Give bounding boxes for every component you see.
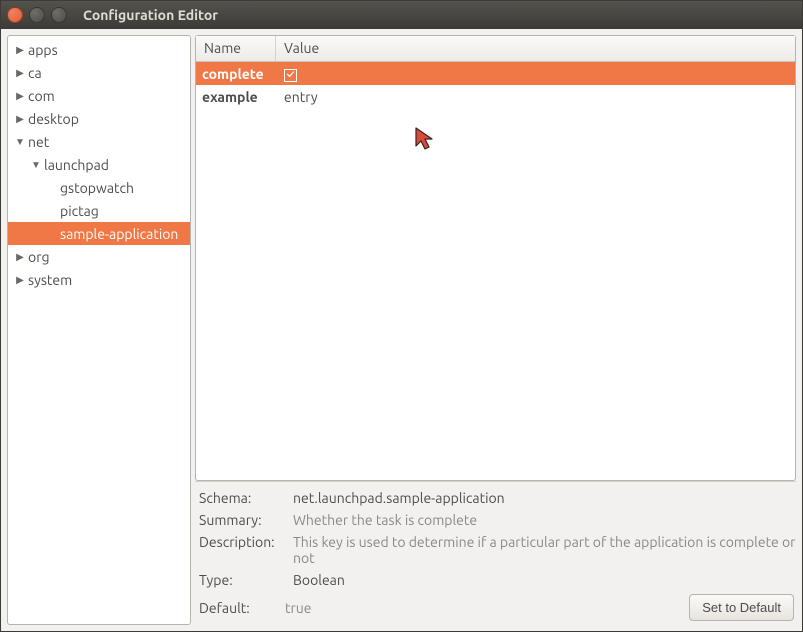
chevron-down-icon: ▼: [14, 136, 26, 148]
column-name[interactable]: Name: [196, 36, 276, 61]
window-title: Configuration Editor: [83, 7, 218, 23]
key-name: complete: [196, 66, 276, 82]
schema-value: net.launchpad.sample-application: [293, 490, 796, 506]
chevron-right-icon: ▶: [14, 44, 26, 56]
description-value: This key is used to determine if a parti…: [293, 534, 796, 566]
key-value[interactable]: ✓: [276, 65, 795, 82]
default-label: Default:: [195, 600, 285, 616]
tree-item-label: apps: [28, 42, 58, 58]
titlebar: Configuration Editor: [1, 1, 802, 29]
tree-item-label: pictag: [60, 203, 99, 219]
column-value[interactable]: Value: [276, 36, 795, 61]
tree-item-net[interactable]: ▼net: [8, 130, 190, 153]
tree-item-pictag[interactable]: ▶pictag: [8, 199, 190, 222]
tree-item-org[interactable]: ▶org: [8, 245, 190, 268]
summary-value: Whether the task is complete: [293, 512, 796, 528]
chevron-right-icon: ▶: [14, 113, 26, 125]
tree-item-label: org: [28, 249, 50, 265]
type-value: Boolean: [293, 572, 796, 588]
tree-item-label: desktop: [28, 111, 79, 127]
maximize-icon[interactable]: [51, 7, 67, 23]
chevron-right-icon: ▶: [14, 90, 26, 102]
default-value: true: [285, 600, 689, 616]
table-row[interactable]: exampleentry: [196, 85, 795, 108]
details-panel: Schema: net.launchpad.sample-application…: [195, 481, 796, 625]
tree-item-desktop[interactable]: ▶desktop: [8, 107, 190, 130]
table-body[interactable]: complete ✓ exampleentry: [196, 62, 795, 480]
tree-item-launchpad[interactable]: ▼launchpad: [8, 153, 190, 176]
key-table: Name Value complete ✓ exampleentry: [195, 35, 796, 481]
right-pane: Name Value complete ✓ exampleentry Schema:…: [195, 35, 796, 625]
tree-item-label: com: [28, 88, 55, 104]
tree-item-label: system: [28, 272, 72, 288]
close-icon[interactable]: [7, 7, 23, 23]
key-name: example: [196, 89, 276, 105]
chevron-right-icon: ▶: [14, 251, 26, 263]
content-area: ▶apps▶ca▶com▶desktop▼net▼launchpad▶gstop…: [1, 29, 802, 631]
tree-item-label: sample-application: [60, 226, 178, 242]
key-value[interactable]: entry: [276, 89, 795, 105]
tree-item-sample-application[interactable]: ▶sample-application: [8, 222, 190, 245]
minimize-icon[interactable]: [29, 7, 45, 23]
chevron-right-icon: ▶: [14, 274, 26, 286]
table-row[interactable]: complete ✓: [196, 62, 795, 85]
tree-item-gstopwatch[interactable]: ▶gstopwatch: [8, 176, 190, 199]
tree-item-label: ca: [28, 65, 42, 81]
chevron-right-icon: ▶: [14, 67, 26, 79]
window: Configuration Editor ▶apps▶ca▶com▶deskto…: [0, 0, 803, 632]
checkbox-icon[interactable]: ✓: [284, 69, 297, 82]
table-header: Name Value: [196, 36, 795, 62]
tree-item-com[interactable]: ▶com: [8, 84, 190, 107]
tree-item-system[interactable]: ▶system: [8, 268, 190, 291]
type-label: Type:: [195, 572, 289, 588]
description-label: Description:: [195, 534, 289, 550]
tree-pane[interactable]: ▶apps▶ca▶com▶desktop▼net▼launchpad▶gstop…: [7, 35, 191, 625]
tree-item-apps[interactable]: ▶apps: [8, 38, 190, 61]
schema-label: Schema:: [195, 490, 289, 506]
summary-label: Summary:: [195, 512, 289, 528]
tree-item-ca[interactable]: ▶ca: [8, 61, 190, 84]
set-to-default-button[interactable]: Set to Default: [689, 594, 794, 621]
tree-item-label: gstopwatch: [60, 180, 134, 196]
tree-item-label: net: [28, 134, 49, 150]
chevron-down-icon: ▼: [30, 159, 42, 171]
tree-item-label: launchpad: [44, 157, 109, 173]
